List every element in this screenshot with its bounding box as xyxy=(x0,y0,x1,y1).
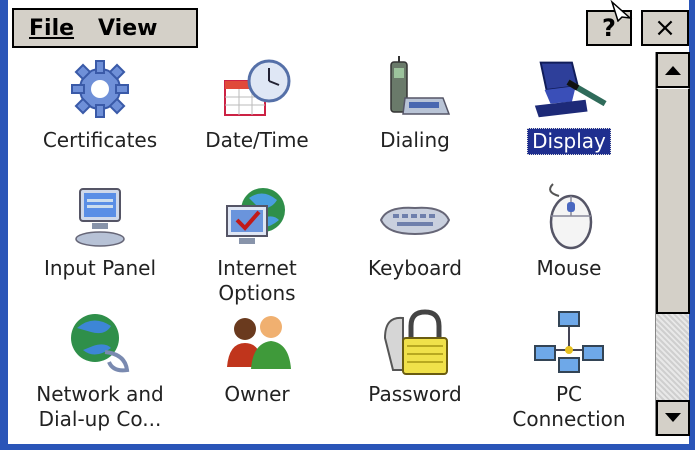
item-password[interactable]: Password xyxy=(340,308,490,407)
padlock-icon xyxy=(375,308,455,378)
item-owner[interactable]: Owner xyxy=(182,308,332,407)
item-certificates[interactable]: Certificates xyxy=(25,54,175,153)
scrollbar-thumb[interactable] xyxy=(656,88,690,314)
cursor-icon xyxy=(610,0,633,22)
item-date-time[interactable]: Date/Time xyxy=(182,54,332,153)
globe-check-icon xyxy=(217,182,297,252)
close-button[interactable]: × xyxy=(641,10,689,46)
item-dialing[interactable]: Dialing xyxy=(340,54,490,153)
item-network[interactable]: Network and Dial-up Co... xyxy=(25,308,175,432)
item-label: Keyboard xyxy=(367,256,462,280)
item-keyboard[interactable]: Keyboard xyxy=(340,182,490,281)
item-label: Network and Dial-up Co... xyxy=(36,382,164,431)
item-label: Date/Time xyxy=(205,128,309,152)
item-label: Internet Options xyxy=(217,256,297,305)
item-mouse[interactable]: Mouse xyxy=(494,182,644,281)
item-label: Display xyxy=(527,128,611,155)
network-globe-icon xyxy=(60,308,140,378)
item-label: Mouse xyxy=(536,256,602,280)
menu-bar: File View xyxy=(12,8,198,48)
people-icon xyxy=(217,308,297,378)
menu-view[interactable]: View xyxy=(98,16,157,41)
item-label: Input Panel xyxy=(43,256,157,280)
item-label: PC Connection xyxy=(512,382,626,431)
keyboard-monitor-icon xyxy=(60,182,140,252)
item-label: Owner xyxy=(224,382,290,406)
pc-connection-icon xyxy=(529,308,609,378)
item-pc-connection[interactable]: PC Connection xyxy=(494,308,644,432)
calendar-clock-icon xyxy=(217,54,297,124)
vertical-scrollbar[interactable] xyxy=(655,52,690,436)
menu-file[interactable]: File xyxy=(29,16,74,41)
keyboard-icon xyxy=(375,182,455,252)
display-icon xyxy=(529,54,609,124)
gear-icon xyxy=(60,54,140,124)
item-label: Certificates xyxy=(42,128,158,152)
arrow-down-icon xyxy=(665,413,681,422)
arrow-up-icon xyxy=(665,66,681,75)
phone-icon xyxy=(375,54,455,124)
item-label: Dialing xyxy=(380,128,450,152)
scroll-down-button[interactable] xyxy=(656,400,690,436)
scroll-up-button[interactable] xyxy=(656,52,690,88)
mouse-icon xyxy=(529,182,609,252)
item-display[interactable]: Display xyxy=(494,54,644,155)
item-input-panel[interactable]: Input Panel xyxy=(25,182,175,281)
item-internet-options[interactable]: Internet Options xyxy=(182,182,332,306)
item-label: Password xyxy=(368,382,462,406)
